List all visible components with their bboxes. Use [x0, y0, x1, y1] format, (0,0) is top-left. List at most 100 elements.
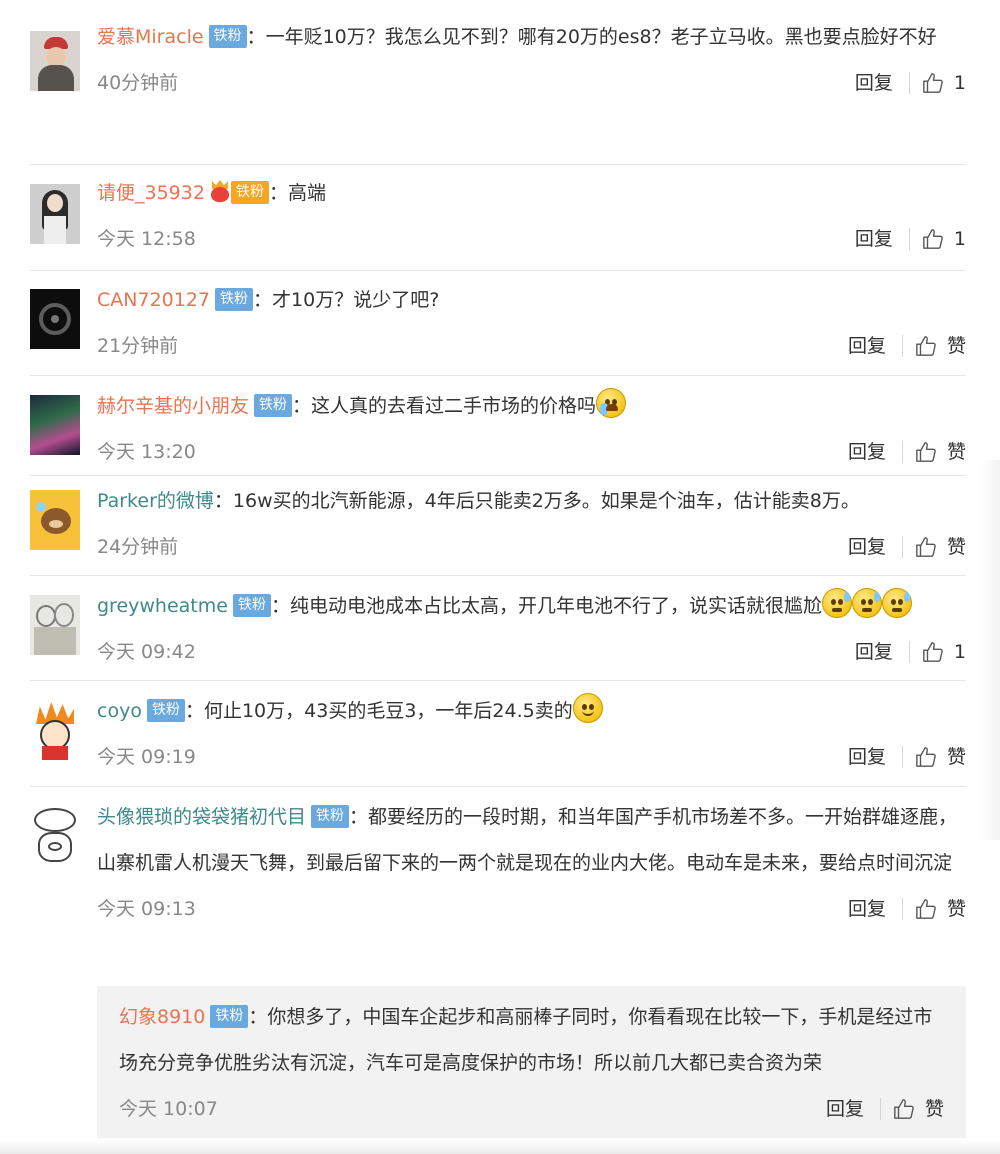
sweat-emoji-icon: [851, 588, 882, 618]
like-count[interactable]: 赞: [947, 886, 966, 932]
thumb-up-icon[interactable]: [893, 1098, 915, 1120]
reply-button[interactable]: 回复: [848, 524, 886, 570]
divider: [901, 746, 903, 768]
username-link[interactable]: greywheatme: [97, 595, 228, 617]
thumb-up-icon[interactable]: [915, 898, 937, 920]
divider: [908, 228, 910, 250]
avatar[interactable]: [30, 395, 80, 455]
reply-button[interactable]: 回复: [855, 216, 893, 262]
username-link[interactable]: coyo: [97, 700, 142, 722]
divider: [30, 680, 966, 681]
thumb-up-icon[interactable]: [922, 72, 944, 94]
avatar[interactable]: [30, 289, 80, 349]
like-count[interactable]: 赞: [947, 524, 966, 570]
scroll-edge-shade: [980, 460, 1000, 840]
crown-heart-medal-icon[interactable]: [209, 180, 231, 202]
username-link[interactable]: 头像猥琐的袋袋猪初代目: [97, 806, 306, 828]
comment-text: 请便_35932 铁粉 ：高端: [97, 180, 326, 204]
thumb-up-icon[interactable]: [922, 641, 944, 663]
comment-meta: 21分钟前 回复 赞: [97, 323, 966, 369]
fan-badge[interactable]: 铁粉: [215, 288, 254, 311]
comment-meta: 24分钟前 回复 赞: [97, 524, 966, 570]
fan-badge[interactable]: 铁粉: [232, 594, 271, 617]
username-link[interactable]: 幻象8910: [119, 1006, 205, 1028]
username-link[interactable]: 赫尔辛基的小朋友: [97, 395, 249, 417]
comment-text: greywheatme 铁粉 ：纯电动电池成本占比太高，开几年电池不行了，说实话就很…: [97, 583, 966, 629]
reply-meta: 今天 10:07 回复 赞: [119, 1086, 944, 1132]
reply-button[interactable]: 回复: [848, 886, 886, 932]
avatar[interactable]: [30, 490, 80, 550]
divider: [30, 164, 966, 165]
thumb-up-icon[interactable]: [922, 228, 944, 250]
fan-badge[interactable]: 铁粉: [311, 805, 350, 828]
fan-badge[interactable]: 铁粉: [254, 394, 293, 417]
comment-text: coyo 铁粉 ：何止10万，43买的毛豆3，一年后24.5卖的: [97, 688, 966, 734]
avatar[interactable]: [30, 595, 80, 655]
divider: [901, 536, 903, 558]
nested-reply: 幻象8910 铁粉 ：你想多了，中国车企起步和高丽棒子同时，你看看现在比较一下，手机…: [97, 986, 966, 1138]
like-count[interactable]: 赞: [947, 323, 966, 369]
timestamp: 今天 09:42: [97, 641, 196, 663]
thumb-up-icon[interactable]: [915, 335, 937, 357]
divider: [30, 270, 966, 271]
timestamp: 24分钟前: [97, 536, 179, 558]
comment-meta: 今天 12:58 回复 1: [97, 216, 966, 262]
comment-meta: 今天 09:19 回复 赞: [97, 734, 966, 780]
fan-badge[interactable]: 铁粉: [230, 181, 269, 204]
comment-body: 才10万？说少了吧?: [272, 289, 440, 311]
username-link[interactable]: 爱慕Miracle: [97, 26, 204, 48]
reply-button[interactable]: 回复: [826, 1086, 864, 1132]
username-link[interactable]: 请便_35932: [97, 182, 205, 204]
bottom-edge-shade: [0, 1140, 1000, 1154]
divider: [30, 575, 966, 576]
username-link[interactable]: CAN720127: [97, 289, 210, 311]
avatar[interactable]: [30, 184, 80, 244]
comment-text: 爱慕Miracle 铁粉 ：一年贬10万？我怎么见不到？哪有20万的es8？老子立马…: [97, 25, 937, 48]
like-count[interactable]: 1: [954, 60, 966, 106]
comment-text: 赫尔辛基的小朋友 铁粉 ：这人真的去看过二手市场的价格吗: [97, 383, 966, 429]
reply-button[interactable]: 回复: [848, 734, 886, 780]
fan-badge[interactable]: 铁粉: [208, 25, 247, 48]
comment-body: 一年贬10万？我怎么见不到？哪有20万的es8？老子立马收。黑也要点脸好不好: [265, 26, 937, 48]
reply-button[interactable]: 回复: [855, 629, 893, 675]
comment-body: 高端: [287, 182, 326, 204]
comment-body: 16w买的北汽新能源，4年后只能卖2万多。如果是个油车，估计能卖8万。: [232, 490, 860, 512]
crying-laugh-emoji-icon: [596, 388, 627, 418]
sweat-emoji-icon: [881, 588, 912, 618]
avatar[interactable]: [30, 806, 80, 866]
username-link[interactable]: Parker的微博: [97, 490, 214, 512]
thumb-up-icon[interactable]: [915, 441, 937, 463]
fan-badge[interactable]: 铁粉: [210, 1005, 249, 1028]
reply-text: 幻象8910 铁粉 ：你想多了，中国车企起步和高丽棒子同时，你看看现在比较一下，手机…: [119, 1005, 933, 1074]
comment-text: 头像猥琐的袋袋猪初代目 铁粉 ：都要经历的一段时期，和当年国产手机市场差不多。一开始…: [97, 805, 958, 874]
divider: [901, 335, 903, 357]
avatar[interactable]: [30, 700, 80, 760]
like-count[interactable]: 1: [954, 216, 966, 262]
like-count[interactable]: 赞: [925, 1086, 944, 1132]
avatar[interactable]: [30, 31, 80, 91]
reply-button[interactable]: 回复: [848, 323, 886, 369]
smile-emoji-icon: [572, 693, 603, 723]
reply-button[interactable]: 回复: [848, 429, 886, 475]
divider: [30, 375, 966, 376]
comment-body: 纯电动电池成本占比太高，开几年电池不行了，说实话就很尴尬: [289, 595, 822, 617]
timestamp: 40分钟前: [97, 72, 179, 94]
like-count[interactable]: 1: [954, 629, 966, 675]
timestamp: 今天 09:19: [97, 746, 196, 768]
divider: [30, 475, 966, 476]
divider: [901, 898, 903, 920]
reply-button[interactable]: 回复: [855, 60, 893, 106]
timestamp: 今天 13:20: [97, 441, 196, 463]
timestamp: 今天 09:13: [97, 898, 196, 920]
comment-text: Parker的微博：16w买的北汽新能源，4年后只能卖2万多。如果是个油车，估计…: [97, 490, 860, 512]
comment-body: 何止10万，43买的毛豆3，一年后24.5卖的: [203, 700, 573, 722]
like-count[interactable]: 赞: [947, 734, 966, 780]
divider: [879, 1098, 881, 1120]
divider: [30, 786, 966, 787]
comment-meta: 40分钟前 回复 1: [97, 60, 966, 106]
like-count[interactable]: 赞: [947, 429, 966, 475]
thumb-up-icon[interactable]: [915, 746, 937, 768]
comment-meta: 今天 13:20 回复 赞: [97, 429, 966, 475]
fan-badge[interactable]: 铁粉: [146, 699, 185, 722]
thumb-up-icon[interactable]: [915, 536, 937, 558]
